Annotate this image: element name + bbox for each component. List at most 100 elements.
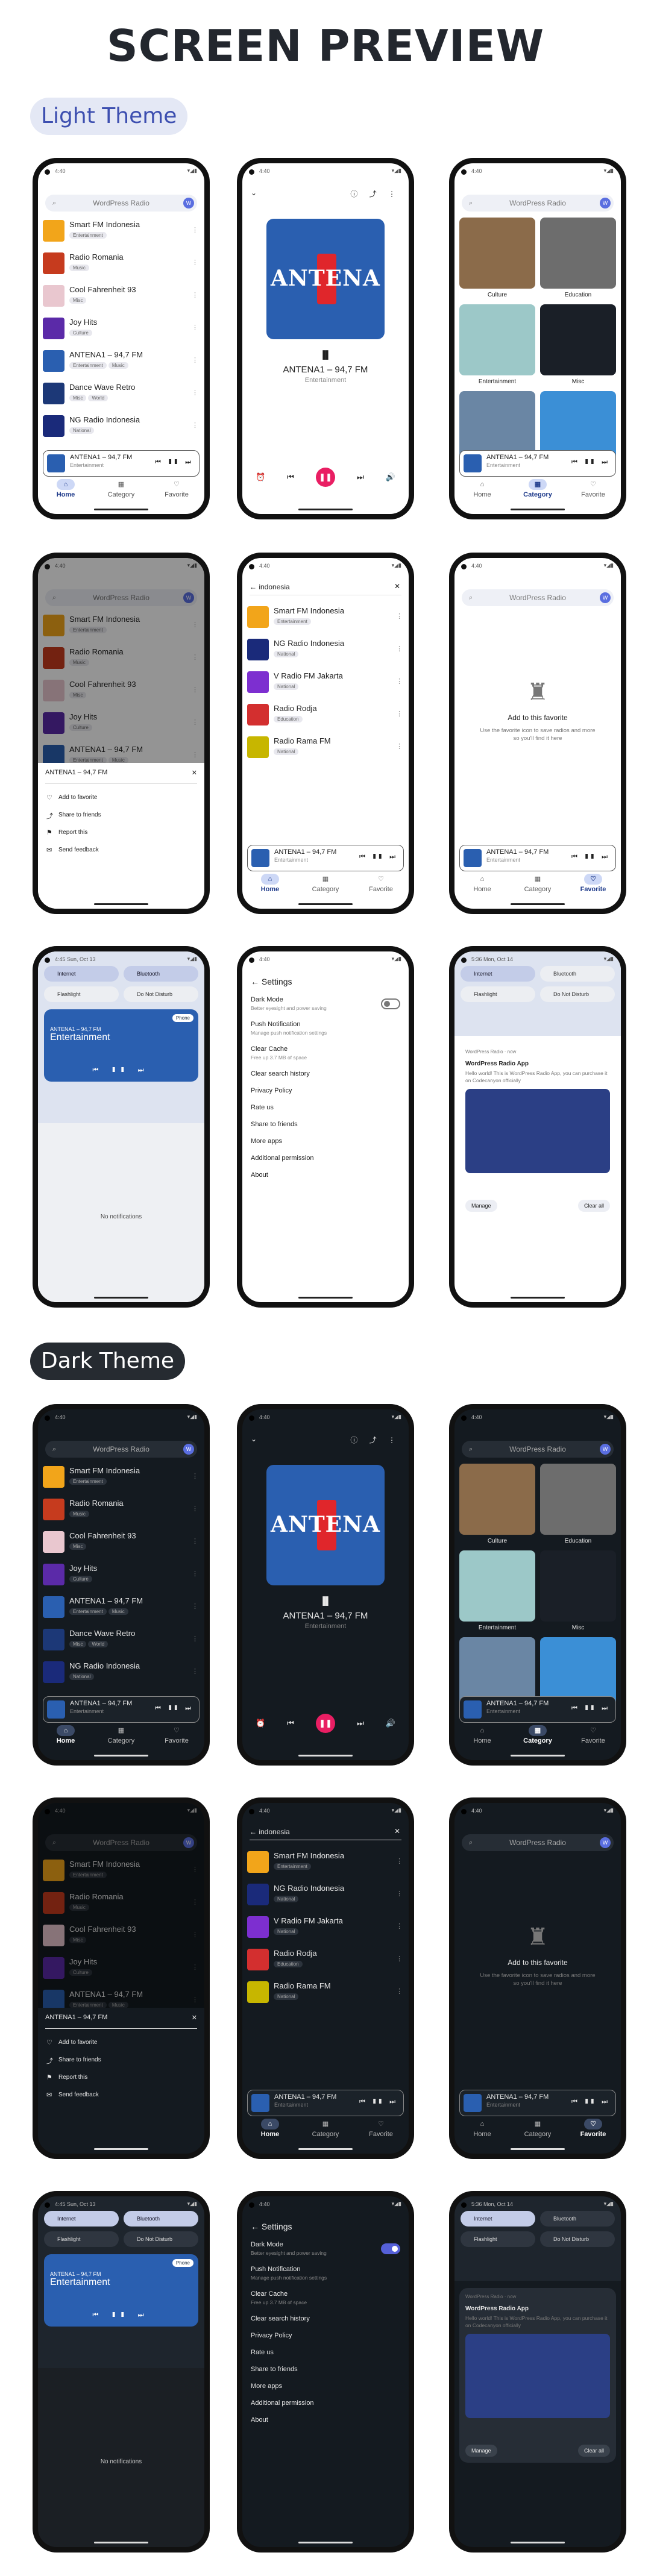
tile-bluetooth[interactable]: Bluetooth — [540, 2211, 615, 2227]
close-icon[interactable]: ✕ — [192, 2014, 197, 2022]
nav-home[interactable]: ⌂ Home — [454, 873, 510, 900]
settings-item[interactable]: Clear Cache Free up 3.7 MB of space — [251, 2290, 400, 2305]
output-device[interactable]: Phone — [172, 1014, 193, 1022]
list-item[interactable]: NG Radio Indonesia National ⋮ — [247, 636, 404, 669]
mini-controls[interactable]: ⏮ ❚❚ ⏭ — [155, 459, 194, 466]
tile-dnd[interactable]: Do Not Disturb — [540, 986, 615, 1002]
volume-icon[interactable]: 🔊 — [386, 472, 395, 482]
more-icon[interactable]: ⋮ — [192, 356, 198, 364]
more-icon[interactable]: ⋮ — [192, 1635, 198, 1643]
nav-favorite[interactable]: ♡ Favorite — [149, 478, 204, 506]
search-bar[interactable]: ⌕ WordPress Radio W — [462, 589, 614, 606]
sheet-item[interactable]: ♡ Add to favorite — [45, 789, 197, 806]
nav-home[interactable]: ⌂ Home — [454, 478, 510, 506]
nav-category[interactable]: ▦ Category — [510, 478, 565, 506]
nav-category[interactable]: ▦ Category — [298, 2117, 353, 2145]
settings-item[interactable]: About — [251, 1171, 400, 1179]
nav-home[interactable]: ⌂ Home — [454, 1724, 510, 1752]
prev-icon[interactable]: ⏮ — [287, 1719, 294, 1728]
avatar[interactable]: W — [183, 198, 194, 208]
mini-player[interactable]: ANTENA1 – 94,7 FM Entertainment ⏮ ❚❚ ⏭ — [459, 2090, 616, 2116]
tile-bluetooth[interactable]: Bluetooth — [540, 966, 615, 982]
nav-home[interactable]: ⌂ Home — [242, 873, 298, 900]
list-item[interactable]: Smart FM Indonesia Entertainment ⋮ — [43, 1464, 200, 1496]
sheet-item[interactable]: ⤴ Share to friends — [45, 2051, 197, 2069]
list-item[interactable]: Radio Romania Music ⋮ — [43, 250, 200, 283]
nav-favorite[interactable]: ♡ Favorite — [565, 2117, 621, 2145]
more-icon[interactable]: ⋮ — [192, 1570, 198, 1578]
list-item[interactable]: Cool Fahrenheit 93 Misc ⋮ — [43, 283, 200, 315]
list-item[interactable]: ANTENA1 – 94,7 FM Entertainment Music ⋮ — [43, 348, 200, 380]
category-card[interactable]: Education — [540, 218, 616, 298]
timer-icon[interactable]: ⏰ — [256, 1719, 265, 1728]
mini-controls[interactable]: ⏮ ❚❚ ⏭ — [571, 1705, 611, 1713]
avatar[interactable]: W — [600, 1444, 611, 1455]
more-icon[interactable]: ⋮ — [192, 259, 198, 266]
timer-icon[interactable]: ⏰ — [256, 472, 265, 482]
settings-item[interactable]: Privacy Policy — [251, 2332, 400, 2339]
list-item[interactable]: Smart FM Indonesia Entertainment ⋮ — [247, 604, 404, 636]
notification-card[interactable]: WordPress Radio · now WordPress Radio App… — [459, 1043, 616, 1218]
search-input[interactable]: ← indonesia ✕ — [250, 580, 401, 595]
nav-category[interactable]: ▦ Category — [298, 873, 353, 900]
scrim[interactable] — [38, 558, 204, 763]
mini-controls[interactable]: ⏮ ❚❚ ⏭ — [571, 2098, 611, 2106]
search-bar[interactable]: ⌕ WordPress Radio W — [45, 195, 197, 212]
settings-item[interactable]: More apps — [251, 2383, 400, 2390]
clear-icon[interactable]: ✕ — [394, 582, 400, 591]
mini-controls[interactable]: ⏮ ❚❚ ⏭ — [359, 853, 398, 861]
mini-player[interactable]: ANTENA1 – 94,7 FM Entertainment ⏮ ❚❚ ⏭ — [247, 845, 404, 871]
play-pause-button[interactable]: ❚❚ — [315, 1714, 335, 1733]
mini-controls[interactable]: ⏮ ❚❚ ⏭ — [571, 853, 611, 861]
category-card[interactable]: Entertainment — [459, 304, 535, 385]
nav-home[interactable]: ⌂ Home — [242, 2117, 298, 2145]
nav-favorite[interactable]: ♡ Favorite — [149, 1724, 204, 1752]
settings-item[interactable]: Clear search history — [251, 1070, 400, 1077]
more-icon[interactable]: ⋮ — [192, 324, 198, 331]
category-card[interactable]: Education — [540, 1464, 616, 1544]
tile-dnd[interactable]: Do Not Disturb — [124, 986, 198, 1002]
sheet-item[interactable]: ⚑ Report this — [45, 2069, 197, 2086]
sheet-item[interactable]: ⚑ Report this — [45, 824, 197, 841]
avatar[interactable]: W — [600, 198, 611, 208]
collapse-icon[interactable]: ⌄ — [251, 189, 257, 197]
tile-dnd[interactable]: Do Not Disturb — [124, 2231, 198, 2247]
output-device[interactable]: Phone — [172, 2259, 193, 2267]
more-icon[interactable]: ⋮ — [396, 1890, 403, 1898]
list-item[interactable]: Joy Hits Culture ⋮ — [43, 315, 200, 348]
nav-category[interactable]: ▦ Category — [93, 478, 149, 506]
more-icon[interactable]: ⋮ — [192, 1505, 198, 1512]
dark-mode-toggle[interactable] — [381, 2243, 400, 2254]
nav-favorite[interactable]: ♡ Favorite — [353, 873, 409, 900]
sheet-item[interactable]: ⤴ Share to friends — [45, 806, 197, 824]
list-item[interactable]: ANTENA1 – 94,7 FM Entertainment Music ⋮ — [43, 1594, 200, 1626]
settings-item[interactable]: Additional permission — [251, 2399, 400, 2407]
search-bar[interactable]: ⌕ WordPress Radio W — [45, 1441, 197, 1458]
tile-flashlight[interactable]: Flashlight — [461, 986, 535, 1002]
sheet-item[interactable]: ✉ Send feedback — [45, 841, 197, 859]
tile-bluetooth[interactable]: Bluetooth — [124, 966, 198, 982]
tile-internet[interactable]: Internet — [461, 2211, 535, 2227]
nav-favorite[interactable]: ♡ Favorite — [565, 873, 621, 900]
search-input[interactable]: ← indonesia ✕ — [250, 1825, 401, 1840]
play-pause-button[interactable]: ❚❚ — [315, 468, 335, 487]
list-item[interactable]: NG Radio Indonesia National ⋮ — [43, 413, 200, 445]
list-item[interactable]: NG Radio Indonesia National ⋮ — [247, 1881, 404, 1914]
more-icon[interactable]: ⋮ — [396, 710, 403, 718]
more-icon[interactable]: ⋮ — [192, 226, 198, 234]
list-item[interactable]: Dance Wave Retro Misc World ⋮ — [43, 1626, 200, 1659]
avatar[interactable]: W — [600, 1837, 611, 1848]
tile-flashlight[interactable]: Flashlight — [44, 986, 119, 1002]
more-icon[interactable]: ⋮ — [192, 1537, 198, 1545]
list-item[interactable]: Smart FM Indonesia Entertainment ⋮ — [43, 218, 200, 250]
list-item[interactable]: V Radio FM Jakarta National ⋮ — [247, 1914, 404, 1946]
nav-home[interactable]: ⌂ Home — [38, 1724, 93, 1752]
list-item[interactable]: Radio Romania Music ⋮ — [43, 1496, 200, 1529]
avatar[interactable]: W — [600, 592, 611, 603]
mini-player[interactable]: ANTENA1 – 94,7 FM Entertainment ⏮ ❚❚ ⏭ — [43, 450, 200, 477]
mini-controls[interactable]: ⏮ ❚❚ ⏭ — [359, 2098, 398, 2106]
category-card[interactable]: Culture — [459, 1464, 535, 1544]
tile-internet[interactable]: Internet — [461, 966, 535, 982]
dark-mode-toggle[interactable] — [381, 998, 400, 1009]
more-icon[interactable]: ⋮ — [396, 1857, 403, 1865]
